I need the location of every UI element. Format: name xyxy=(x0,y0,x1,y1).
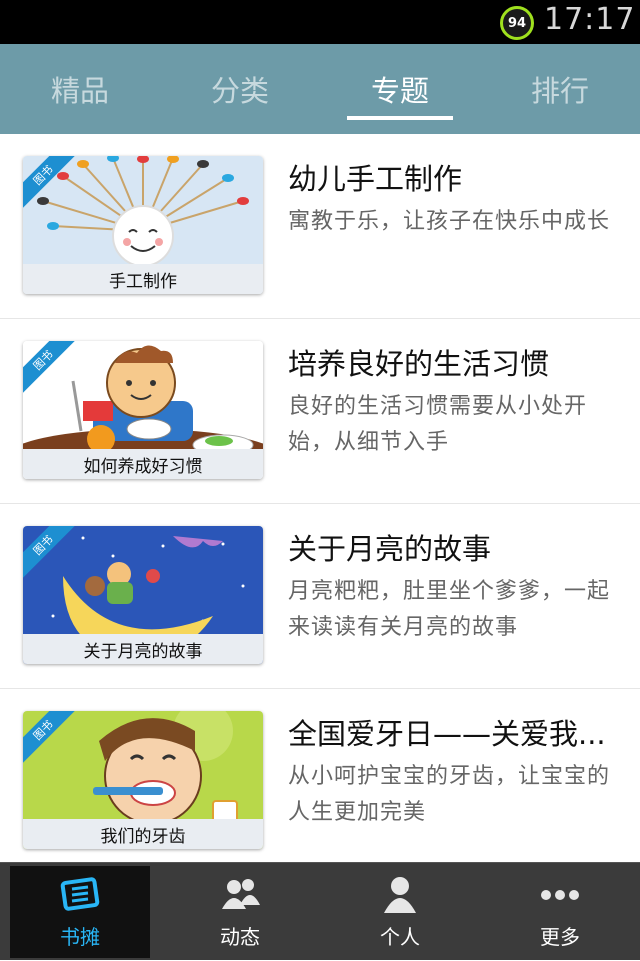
thumbnail-caption: 手工制作 xyxy=(23,264,263,294)
book-stall-icon xyxy=(60,876,100,911)
thumbnail-handicraft: 图书 手工制作 xyxy=(23,156,263,294)
thumbnail-caption: 我们的牙齿 xyxy=(23,819,263,849)
people-icon xyxy=(222,878,260,909)
nav-label: 书摊 xyxy=(60,924,100,949)
clock: 17:17 xyxy=(544,2,636,37)
nav-book-stall[interactable]: 书摊 xyxy=(10,866,150,958)
status-bar: 94 17:17 xyxy=(0,0,640,44)
tab-ranking[interactable]: 排行 xyxy=(480,44,640,134)
tab-category[interactable]: 分类 xyxy=(160,44,320,134)
thumbnail-caption: 如何养成好习惯 xyxy=(23,449,263,479)
item-description: 良好的生活习惯需要从小处开始，从细节入手 xyxy=(288,394,588,455)
more-icon xyxy=(541,889,579,900)
tab-featured[interactable]: 精品 xyxy=(0,44,160,134)
topic-list: 图书 手工制作 幼儿手工制作 寓教于乐，让孩子在快乐中成长 图书 如何养成好习惯… xyxy=(0,134,640,874)
thumbnail-habits: 图书 如何养成好习惯 xyxy=(23,341,263,479)
item-title: 幼儿手工制作 xyxy=(288,162,463,196)
list-item[interactable]: 图书 我们的牙齿 全国爱牙日——关爱我... 从小呵护宝宝的牙齿，让宝宝的人生更… xyxy=(0,689,640,874)
battery-indicator: 94 xyxy=(500,6,534,40)
nav-label: 个人 xyxy=(380,924,420,949)
list-item[interactable]: 图书 如何养成好习惯 培养良好的生活习惯 良好的生活习惯需要从小处开始，从细节入… xyxy=(0,319,640,504)
item-title: 全国爱牙日——关爱我... xyxy=(288,717,606,751)
item-description: 寓教于乐，让孩子在快乐中成长 xyxy=(288,209,611,234)
nav-label: 更多 xyxy=(540,924,580,949)
thumbnail-teeth: 图书 我们的牙齿 xyxy=(23,711,263,849)
bottom-nav: 书摊 动态 个人 更多 xyxy=(0,862,640,960)
active-tab-indicator xyxy=(347,116,453,120)
item-description: 从小呵护宝宝的牙齿，让宝宝的人生更加完美 xyxy=(288,764,611,825)
tab-topics[interactable]: 专题 xyxy=(320,44,480,134)
item-description: 月亮粑粑，肚里坐个爹爹，一起来读读有关月亮的故事 xyxy=(288,579,611,640)
list-item[interactable]: 图书 手工制作 幼儿手工制作 寓教于乐，让孩子在快乐中成长 xyxy=(0,134,640,319)
nav-activity[interactable]: 动态 xyxy=(160,863,320,961)
nav-label: 动态 xyxy=(220,924,260,949)
item-title: 培养良好的生活习惯 xyxy=(288,347,550,381)
thumbnail-moon-story: 图书 关于月亮的故事 xyxy=(23,526,263,664)
list-item[interactable]: 图书 关于月亮的故事 关于月亮的故事 月亮粑粑，肚里坐个爹爹，一起来读读有关月亮… xyxy=(0,504,640,689)
nav-personal[interactable]: 个人 xyxy=(320,863,480,961)
item-title: 关于月亮的故事 xyxy=(288,532,492,566)
top-tab-bar: 精品 分类 专题 排行 xyxy=(0,44,640,134)
battery-level: 94 xyxy=(507,15,527,31)
person-icon xyxy=(384,876,416,913)
nav-more[interactable]: 更多 xyxy=(480,863,640,961)
thumbnail-caption: 关于月亮的故事 xyxy=(23,634,263,664)
